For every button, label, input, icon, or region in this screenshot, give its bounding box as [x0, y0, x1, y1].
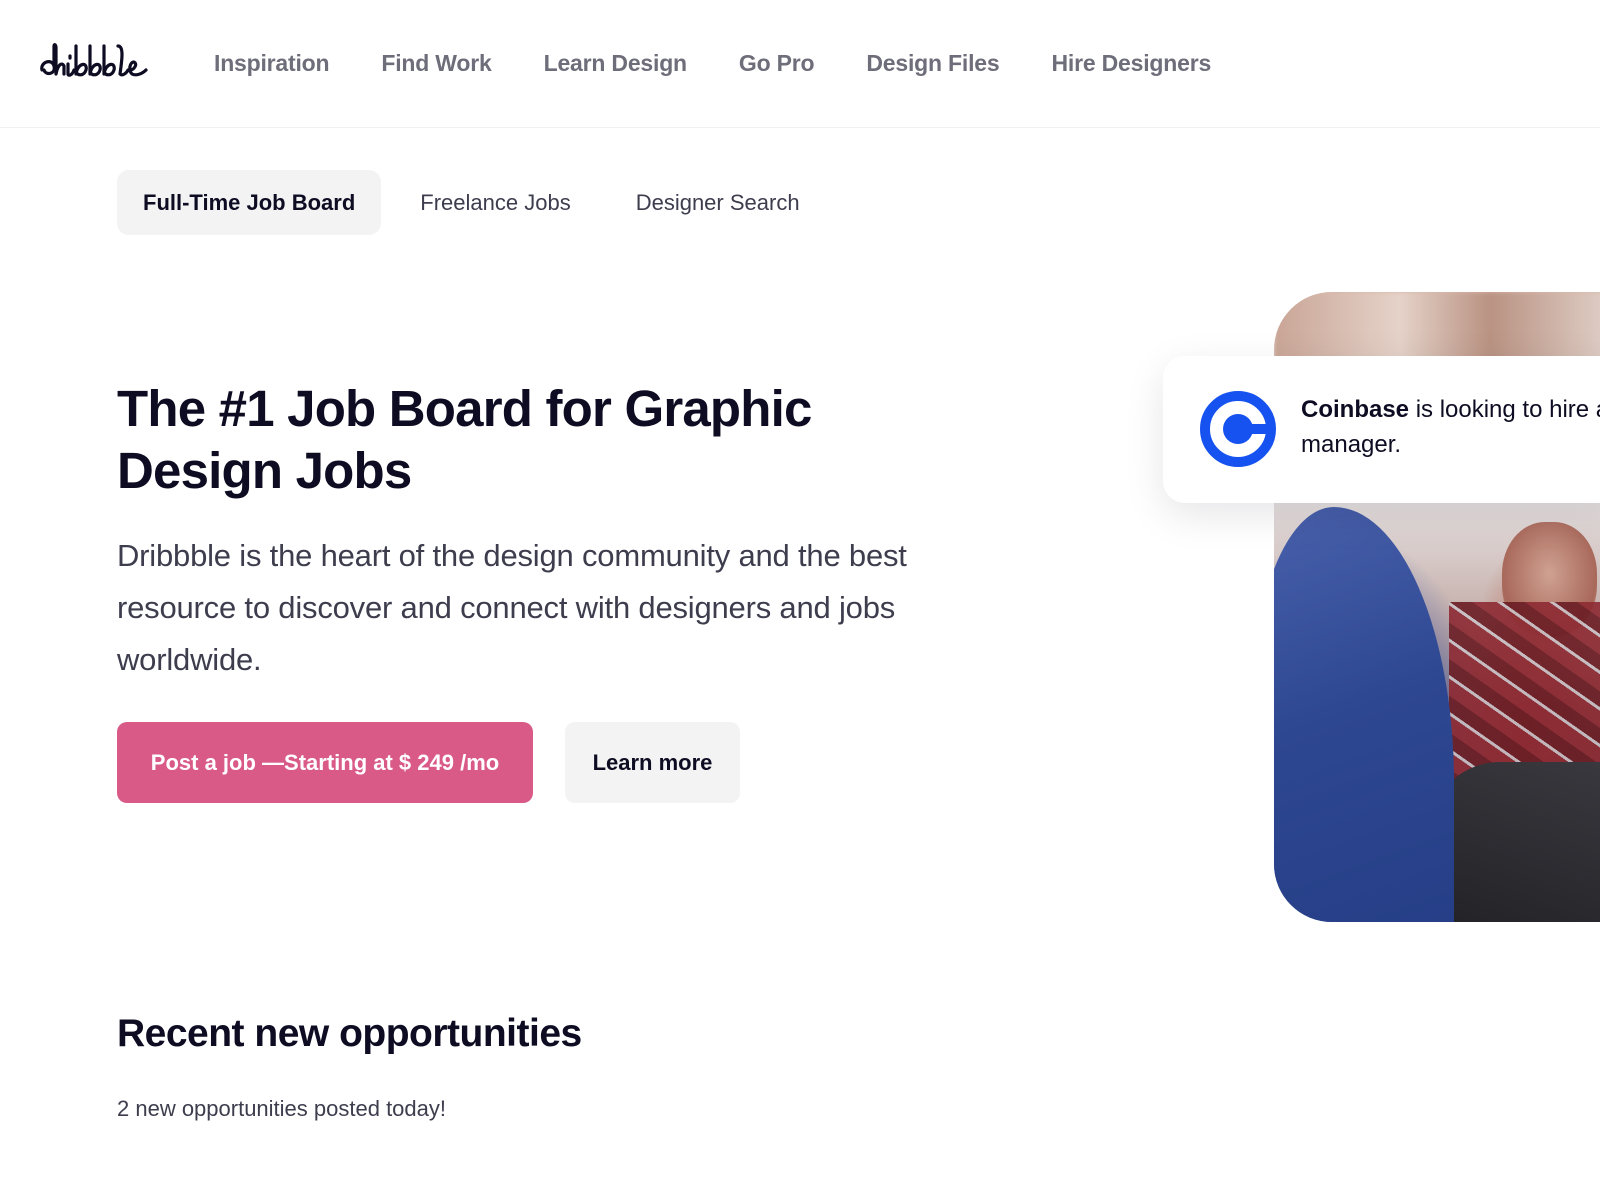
- photo-blue-shoulder: [1274, 507, 1454, 922]
- nav-item-go-pro[interactable]: Go Pro: [739, 50, 815, 77]
- tab-full-time-job-board[interactable]: Full-Time Job Board: [117, 170, 382, 235]
- nav-item-find-work[interactable]: Find Work: [381, 50, 491, 77]
- nav-item-inspiration[interactable]: Inspiration: [214, 50, 330, 77]
- nav-item-design-files[interactable]: Design Files: [866, 50, 999, 77]
- job-board-tabs: Full-Time Job Board Freelance Jobs Desig…: [117, 170, 839, 235]
- hero-title: The #1 Job Board for Graphic Design Jobs: [117, 380, 812, 499]
- featured-job-text: Coinbase is looking to hire a product de…: [1301, 392, 1600, 462]
- tab-freelance-jobs[interactable]: Freelance Jobs: [394, 170, 596, 235]
- hero-description: Dribbble is the heart of the design comm…: [117, 538, 907, 677]
- dribbble-wordmark-icon: [40, 43, 148, 77]
- featured-job-card[interactable]: Coinbase is looking to hire a product de…: [1163, 356, 1600, 503]
- dribbble-logo[interactable]: [38, 40, 162, 86]
- main-nav: Inspiration Find Work Learn Design Go Pr…: [214, 50, 1263, 77]
- post-a-job-button[interactable]: Post a job —Starting at $ 249 /mo: [117, 722, 533, 803]
- nav-item-hire-designers[interactable]: Hire Designers: [1051, 50, 1211, 77]
- company-name: Coinbase: [1301, 396, 1410, 423]
- photo-dark-jacket: [1434, 762, 1600, 922]
- tab-designer-search[interactable]: Designer Search: [610, 170, 826, 235]
- top-navigation: Inspiration Find Work Learn Design Go Pr…: [0, 0, 1600, 128]
- nav-item-learn-design[interactable]: Learn Design: [544, 50, 688, 77]
- coinbase-logo-icon: [1199, 390, 1277, 468]
- learn-more-button[interactable]: Learn more: [565, 722, 740, 803]
- recent-opportunities-title: Recent new opportunities: [117, 1012, 582, 1055]
- recent-opportunities-count: 2 new opportunities posted today!: [117, 1096, 447, 1121]
